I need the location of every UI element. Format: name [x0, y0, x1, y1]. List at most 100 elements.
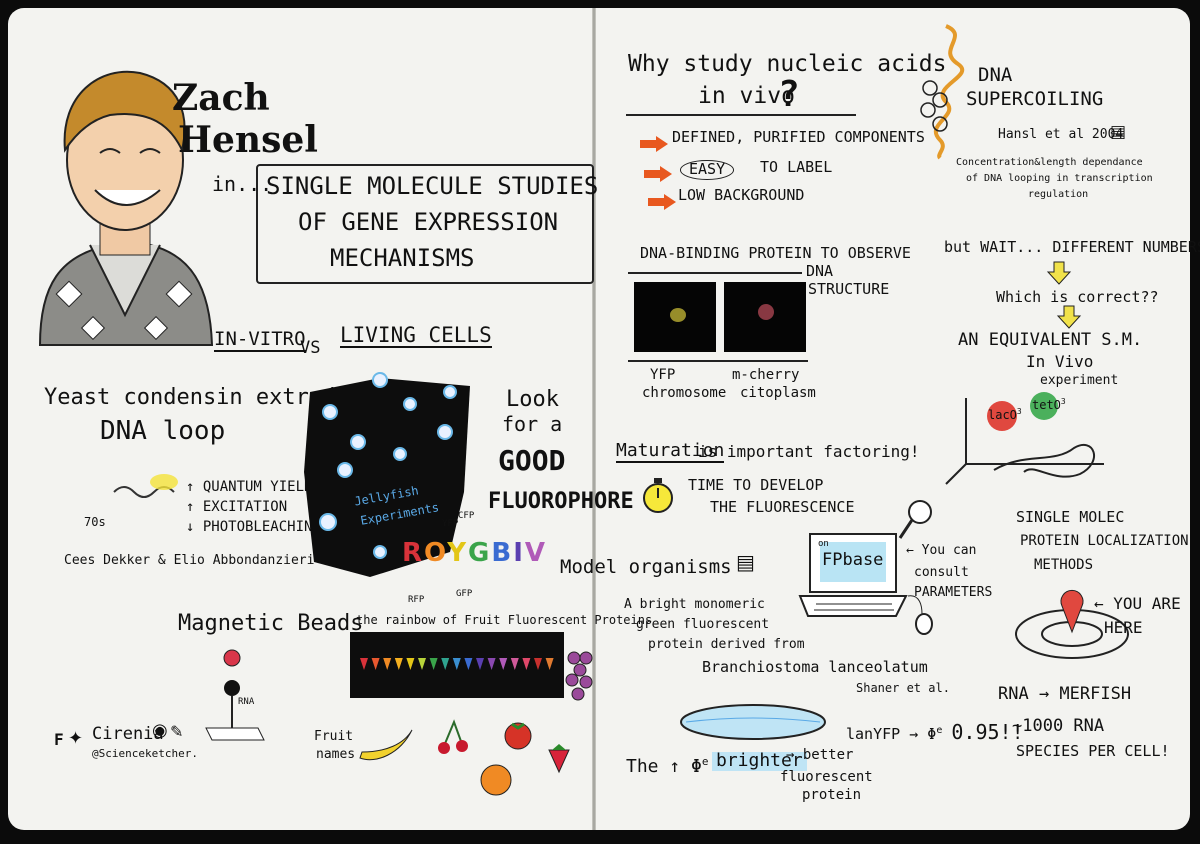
lanyfp-text: lanYFP → Φ	[846, 725, 937, 743]
lanyfp-note: lanYFP → Φe 0.95!!	[846, 722, 1024, 743]
roygbiv-y: Y	[447, 538, 469, 568]
micro-line-top	[628, 272, 802, 274]
but-wait-line-1: but WAIT... DIFFERENT NUMBERS??	[944, 238, 1200, 256]
speaker-last-name: Hensel	[178, 119, 318, 161]
why-study-question-mark: ?	[778, 74, 800, 115]
roygbiv-b: B	[491, 538, 514, 568]
but-wait-line-5: experiment	[1040, 373, 1119, 388]
look-line-2: for a	[502, 412, 563, 436]
supercoiling-note-1: Concentration&length dependance	[956, 157, 1143, 168]
cherries-icon	[438, 719, 468, 754]
arrow-icon-3	[648, 194, 676, 210]
living-cells-label: LIVING CELLS	[340, 323, 492, 349]
roygbiv-v: V	[524, 538, 548, 568]
rna-merfish-line-1: RNA → MERFISH	[998, 684, 1132, 704]
maturation-time-2: THE FLUORESCENCE	[710, 498, 855, 516]
brighter-better: → better	[786, 747, 854, 763]
arrow-icon-1	[640, 136, 668, 152]
laco-text: lacO	[988, 408, 1017, 422]
reason-3: LOW BACKGROUND	[678, 186, 805, 204]
supercoiling-title-2: SUPERCOILING	[966, 88, 1104, 110]
lac-operator-sketch	[945, 392, 1104, 485]
yeast-line-2: DNA loop	[100, 416, 226, 446]
dna-binding-line-2: DNA	[806, 262, 834, 280]
grapes-icon	[565, 651, 593, 701]
talk-title-line-3: MECHANISMS	[330, 244, 475, 272]
yield-item-2: ↑ EXCITATION	[186, 499, 288, 515]
credit-handle: @Scienceketcher.	[92, 747, 198, 760]
bright-protein-line-4: Branchiostoma lanceolatum	[702, 658, 928, 676]
why-study-line-1: Why study nucleic acids	[628, 51, 947, 77]
look-line-4: FLUOROPHORE	[488, 489, 634, 514]
roygbiv-o: O	[424, 538, 448, 568]
micro-image-yfp	[634, 282, 716, 352]
strawberry-icon	[548, 744, 570, 774]
researchers-credit: Cees Dekker & Elio Abbondanzieri	[64, 553, 315, 568]
bright-protein-line-1: A bright monomeric	[624, 597, 765, 612]
rna-bead-label: RNA	[238, 697, 255, 707]
brighter-fp-2: protein	[802, 787, 862, 803]
speaker-first-name: Zach	[172, 77, 270, 119]
talk-title-line-1: SINGLE MOLECULE STUDIES	[266, 172, 599, 200]
fpbase-name: FPbase	[822, 550, 884, 570]
orange-icon	[480, 764, 512, 796]
roygbiv-r: R	[402, 538, 425, 568]
micro-image-mcherry	[724, 282, 806, 352]
brighter-fp-1: fluorescent	[780, 769, 873, 785]
brighter-better-word: better	[802, 747, 854, 763]
bright-protein-line-2: green fluorescent	[636, 617, 770, 632]
reference-doc-icon: ▤	[1110, 122, 1127, 142]
rainbow-caption: the rainbow of Fruit Fluorescent Protein…	[356, 613, 653, 627]
document-icon: ▤	[736, 550, 755, 574]
roygbiv-i: I	[513, 538, 525, 568]
single-molec-line-3: METHODS	[1034, 557, 1094, 573]
single-molec-line-2: PROTEIN LOCALIZATION	[1020, 533, 1189, 549]
look-line-1: Look	[506, 387, 559, 412]
invitro-label: IN-VITRO	[214, 328, 306, 352]
yield-axis-label: 70s	[84, 515, 106, 529]
bright-protein-line-3: protein derived from	[648, 637, 805, 652]
fruit-names-line-1: Fruit	[314, 729, 354, 744]
dna-loop-sketch	[113, 474, 178, 498]
but-wait-line-3: AN EQUIVALENT S.M.	[958, 330, 1143, 350]
magnetic-bead-sketch	[205, 649, 265, 741]
down-arrow-icon-2	[1056, 305, 1082, 329]
sketchbook: Zach Hensel in... SINGLE MOLECULE STUDIE…	[0, 0, 1200, 844]
yield-item-1: ↑ QUANTUM YIELD	[186, 479, 313, 495]
brighter-phi: The ↑ Φ	[626, 756, 702, 777]
laco-label: lacO3	[988, 407, 1022, 422]
twitter-bird-icon: ✦	[68, 728, 84, 749]
arrow-icon-2	[644, 166, 672, 182]
teto-exp: 3	[1060, 397, 1066, 406]
magnifier-icon	[898, 500, 932, 539]
reason-easy: EASY	[680, 160, 735, 180]
consult-line-2: consult	[914, 565, 969, 580]
teto-label: tetO3	[1032, 397, 1066, 412]
you-are-here-line-2: HERE	[1104, 618, 1143, 637]
supercoiling-title-1: DNA	[978, 64, 1013, 86]
consult-line-1: ← You can	[906, 543, 977, 558]
fruit-names-line-2: names	[316, 747, 356, 762]
micro-right-line-1: m-cherry	[732, 367, 800, 383]
roygbiv-g: G	[468, 538, 492, 568]
brighter-phi-sup: e	[701, 755, 709, 768]
but-wait-line-4: In Vivo	[1026, 352, 1094, 371]
supercoiling-note-3: regulation	[1028, 189, 1089, 200]
down-arrow-icon-1	[1046, 261, 1072, 285]
you-are-here-line-1: ← YOU ARE	[1094, 594, 1181, 613]
teto-text: tetO	[1032, 398, 1061, 412]
rainbow-strip	[350, 632, 564, 698]
supercoiling-ref: Hansl et al 2004	[998, 127, 1124, 142]
cfp-mini-label: CFP	[458, 511, 475, 521]
you-are-text: YOU ARE	[1113, 594, 1181, 613]
protein-blimp-sketch	[680, 704, 826, 740]
stopwatch-icon	[643, 478, 673, 513]
dna-binding-line-3: STRUCTURE	[808, 280, 890, 298]
micro-line-bottom	[628, 360, 808, 362]
banana-icon	[359, 729, 413, 761]
yfp-mini-label: YFP	[442, 519, 459, 529]
vs-label: VS	[300, 338, 321, 358]
roygbiv: ROYGBIV	[402, 538, 548, 568]
dna-binding-line-1: DNA-BINDING PROTEIN TO OBSERVE	[640, 244, 911, 262]
rna-merfish-line-2: ~1000 RNA	[1012, 716, 1105, 736]
